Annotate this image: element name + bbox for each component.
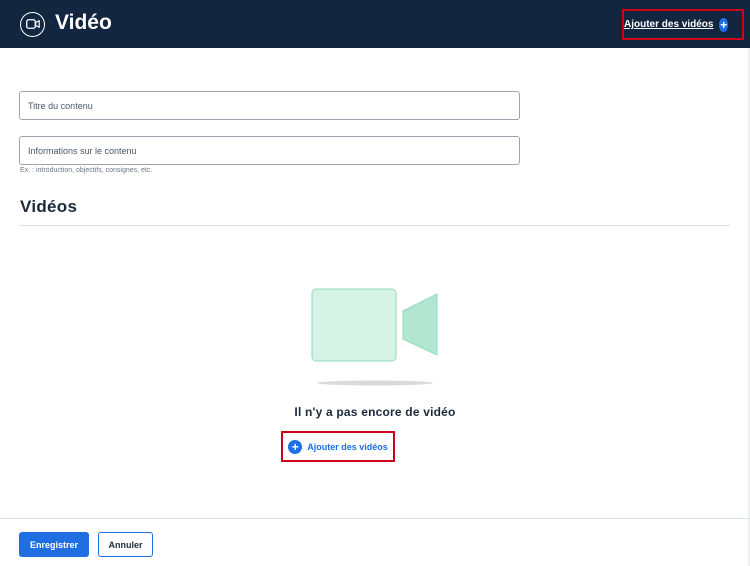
video-camera-icon bbox=[20, 12, 45, 37]
empty-state-add-videos-button[interactable]: + Ajouter des vidéos bbox=[281, 431, 395, 462]
empty-state-message: Il n'y a pas encore de vidéo bbox=[294, 405, 456, 419]
page-title: Vidéo bbox=[55, 11, 112, 34]
video-camera-illustration-icon bbox=[300, 283, 450, 389]
cancel-button[interactable]: Annuler bbox=[98, 532, 153, 557]
videos-section-title: Vidéos bbox=[20, 197, 78, 216]
content-info-input[interactable] bbox=[20, 137, 519, 164]
plus-circle-icon[interactable]: + bbox=[288, 439, 303, 454]
app-header: Vidéo Ajouter des vidéos + bbox=[0, 0, 750, 48]
header-add-videos-label[interactable]: Ajouter des vidéos bbox=[624, 19, 713, 30]
footer-divider bbox=[0, 518, 750, 519]
plus-circle-icon[interactable]: + bbox=[719, 17, 728, 32]
empty-state-add-videos-label[interactable]: Ajouter des vidéos bbox=[307, 442, 388, 452]
header-add-videos-button[interactable]: Ajouter des vidéos + bbox=[622, 9, 744, 40]
content-info-field[interactable] bbox=[19, 136, 520, 165]
save-button[interactable]: Enregistrer bbox=[19, 532, 89, 557]
content-title-input[interactable] bbox=[20, 92, 519, 119]
content-info-hint: Ex. : introduction, objectifs, consignes… bbox=[20, 167, 153, 174]
section-divider bbox=[19, 225, 730, 226]
content-title-field[interactable] bbox=[19, 91, 520, 120]
